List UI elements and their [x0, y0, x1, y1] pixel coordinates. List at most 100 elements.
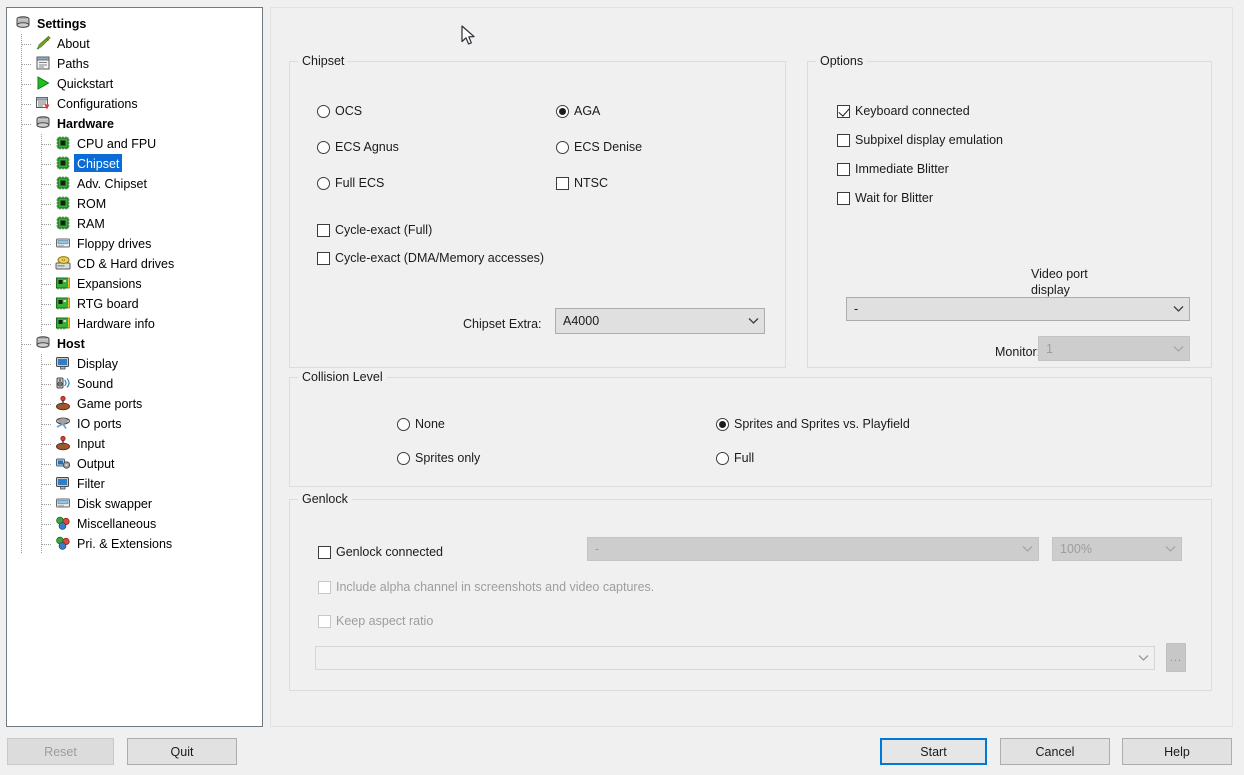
- video-port-combo[interactable]: -: [846, 297, 1190, 321]
- tree-guide-line: [21, 314, 22, 334]
- genlock-scale-combo[interactable]: 100%: [1052, 537, 1182, 561]
- ioports-icon: [55, 415, 72, 431]
- sidebar-item-expansions[interactable]: Expansions: [7, 274, 262, 294]
- sidebar-item-miscellaneous[interactable]: Miscellaneous: [7, 514, 262, 534]
- sidebar-item-paths[interactable]: Paths: [7, 54, 262, 74]
- sidebar-item-label: ROM: [77, 197, 107, 211]
- board-icon: [55, 295, 72, 311]
- checkbox-immediate-blitter[interactable]: Immediate Blitter: [837, 161, 949, 177]
- genlock-file-combo[interactable]: [315, 646, 1155, 670]
- radio-circle-icon: [556, 140, 569, 154]
- options-group-title: Options: [816, 54, 868, 68]
- help-button[interactable]: Help: [1122, 738, 1232, 765]
- genlock-browse-button[interactable]: ...: [1166, 643, 1186, 672]
- checkbox-include-alpha-channel[interactable]: Include alpha channel in screenshots and…: [318, 579, 654, 595]
- stack-icon: [35, 335, 52, 351]
- checkbox-cycle-exact-dma[interactable]: Cycle-exact (DMA/Memory accesses): [317, 250, 544, 266]
- sidebar-item-rom[interactable]: ROM: [7, 194, 262, 214]
- reset-button[interactable]: Reset: [7, 738, 114, 765]
- sidebar-item-rtg-board[interactable]: RTG board: [7, 294, 262, 314]
- sidebar-item-configurations[interactable]: Configurations: [7, 94, 262, 114]
- tree-guide-line: [21, 434, 22, 454]
- chip-icon: [55, 135, 72, 151]
- sidebar-item-input[interactable]: Input: [7, 434, 262, 454]
- sidebar-item-adv-chipset[interactable]: Adv. Chipset: [7, 174, 262, 194]
- sidebar-item-ram[interactable]: RAM: [7, 214, 262, 234]
- start-button[interactable]: Start: [880, 738, 987, 765]
- checkbox-square-icon: [317, 251, 330, 265]
- checkbox-wait-for-blitter[interactable]: Wait for Blitter: [837, 190, 933, 206]
- radio-collision-none[interactable]: None: [397, 416, 445, 432]
- sidebar-item-cpu-and-fpu[interactable]: CPU and FPU: [7, 134, 262, 154]
- sidebar-item-disk-swapper[interactable]: Disk swapper: [7, 494, 262, 514]
- sidebar-item-label: Host: [57, 337, 85, 351]
- radio-circle-icon: [317, 104, 330, 118]
- checkbox-keyboard-connected[interactable]: Keyboard connected: [837, 103, 970, 119]
- radio-collision-sprites-playfield[interactable]: Sprites and Sprites vs. Playfield: [716, 416, 910, 432]
- monitor-combo[interactable]: 1: [1038, 336, 1190, 361]
- checkbox-square-icon: [318, 580, 331, 594]
- radio-circle-icon: [556, 104, 569, 118]
- chevron-down-icon: [1167, 345, 1189, 353]
- board-icon: [55, 275, 72, 291]
- sidebar-item-label: Display: [77, 357, 118, 371]
- chipset-extra-combo[interactable]: A4000: [555, 308, 765, 334]
- sidebar-item-settings[interactable]: Settings: [7, 14, 262, 34]
- radio-ocs[interactable]: OCS: [317, 103, 362, 119]
- sidebar-item-sound[interactable]: Sound: [7, 374, 262, 394]
- tree-guide-line: [21, 414, 22, 434]
- checkbox-square-icon: [318, 545, 331, 559]
- radio-circle-icon: [397, 451, 410, 465]
- monitor-label: Monitor:: [995, 345, 1041, 359]
- sidebar-item-label: Sound: [77, 377, 114, 391]
- sidebar-item-about[interactable]: About: [7, 34, 262, 54]
- sidebar-item-hardware-info[interactable]: Hardware info: [7, 314, 262, 334]
- tree-guide-line: [21, 234, 22, 254]
- sidebar-item-label: CD & Hard drives: [77, 257, 175, 271]
- chipset-settings-panel: Chipset OCS ECS Agnus Full ECS AGA ECS D…: [270, 7, 1233, 727]
- checkbox-immediate-blitter-label: Immediate Blitter: [855, 162, 949, 176]
- radio-aga[interactable]: AGA: [556, 103, 600, 119]
- radio-circle-icon: [317, 140, 330, 154]
- sidebar-item-quickstart[interactable]: Quickstart: [7, 74, 262, 94]
- sidebar-item-pri-extensions[interactable]: Pri. & Extensions: [7, 534, 262, 554]
- sidebar-item-floppy-drives[interactable]: Floppy drives: [7, 234, 262, 254]
- checkbox-cycle-exact-full-label: Cycle-exact (Full): [335, 223, 433, 237]
- radio-collision-sprites-only[interactable]: Sprites only: [397, 450, 480, 466]
- sidebar-item-io-ports[interactable]: IO ports: [7, 414, 262, 434]
- radio-collision-full[interactable]: Full: [716, 450, 754, 466]
- settings-tree[interactable]: Settings About Paths Quickstart Configuratio…: [6, 7, 263, 727]
- radio-full-ecs[interactable]: Full ECS: [317, 175, 384, 191]
- checkbox-keep-aspect-ratio-label: Keep aspect ratio: [336, 614, 434, 628]
- monitor-icon: [55, 475, 72, 491]
- sidebar-item-hardware[interactable]: Hardware: [7, 114, 262, 134]
- checkbox-cycle-exact-full[interactable]: Cycle-exact (Full): [317, 222, 432, 238]
- genlock-group-title: Genlock: [298, 492, 352, 506]
- chip-icon: [55, 155, 72, 171]
- chipset-extra-value: A4000: [563, 314, 600, 328]
- sidebar-item-filter[interactable]: Filter: [7, 474, 262, 494]
- sidebar-item-output[interactable]: Output: [7, 454, 262, 474]
- cancel-button[interactable]: Cancel: [1000, 738, 1110, 765]
- tree-guide-line: [21, 154, 22, 174]
- sidebar-item-game-ports[interactable]: Game ports: [7, 394, 262, 414]
- tree-guide-line: [22, 124, 32, 125]
- checkbox-subpixel-display-emulation[interactable]: Subpixel display emulation: [837, 132, 1003, 148]
- cancel-label: Cancel: [1035, 744, 1075, 759]
- sidebar-item-host[interactable]: Host: [7, 334, 262, 354]
- quit-button[interactable]: Quit: [127, 738, 237, 765]
- checkbox-ntsc[interactable]: NTSC: [556, 175, 608, 191]
- sidebar-item-display[interactable]: Display: [7, 354, 262, 374]
- tree-guide-line: [22, 44, 32, 45]
- checkbox-genlock-connected[interactable]: Genlock connected: [318, 544, 443, 560]
- speaker-icon: [55, 375, 72, 391]
- genlock-device-combo[interactable]: -: [587, 537, 1039, 561]
- sidebar-item-cd-hard-drives[interactable]: CD & Hard drives: [7, 254, 262, 274]
- radio-ecs-agnus[interactable]: ECS Agnus: [317, 139, 399, 155]
- sidebar-item-chipset[interactable]: Chipset: [7, 154, 262, 174]
- sidebar-item-label: IO ports: [77, 417, 122, 431]
- checkbox-keep-aspect-ratio[interactable]: Keep aspect ratio: [318, 613, 433, 629]
- tree-guide-line: [42, 544, 52, 545]
- quit-label: Quit: [170, 744, 194, 759]
- radio-ecs-denise[interactable]: ECS Denise: [556, 139, 642, 155]
